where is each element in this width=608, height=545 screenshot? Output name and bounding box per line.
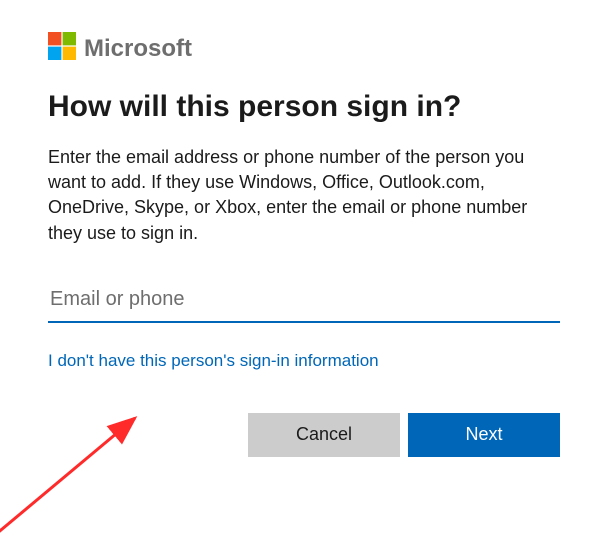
cancel-button[interactable]: Cancel: [248, 413, 400, 457]
brand-name: Microsoft: [84, 35, 192, 63]
next-button[interactable]: Next: [408, 413, 560, 457]
email-or-phone-input[interactable]: [48, 282, 560, 323]
instructions-text: Enter the email address or phone number …: [48, 145, 560, 246]
microsoft-logo-icon: [48, 32, 76, 65]
no-signin-info-link[interactable]: I don't have this person's sign-in infor…: [48, 351, 379, 371]
brand-header: Microsoft: [48, 32, 560, 65]
page-title: How will this person sign in?: [48, 89, 560, 125]
email-input-wrap: [48, 282, 560, 323]
dialog-button-row: Cancel Next: [48, 413, 560, 457]
